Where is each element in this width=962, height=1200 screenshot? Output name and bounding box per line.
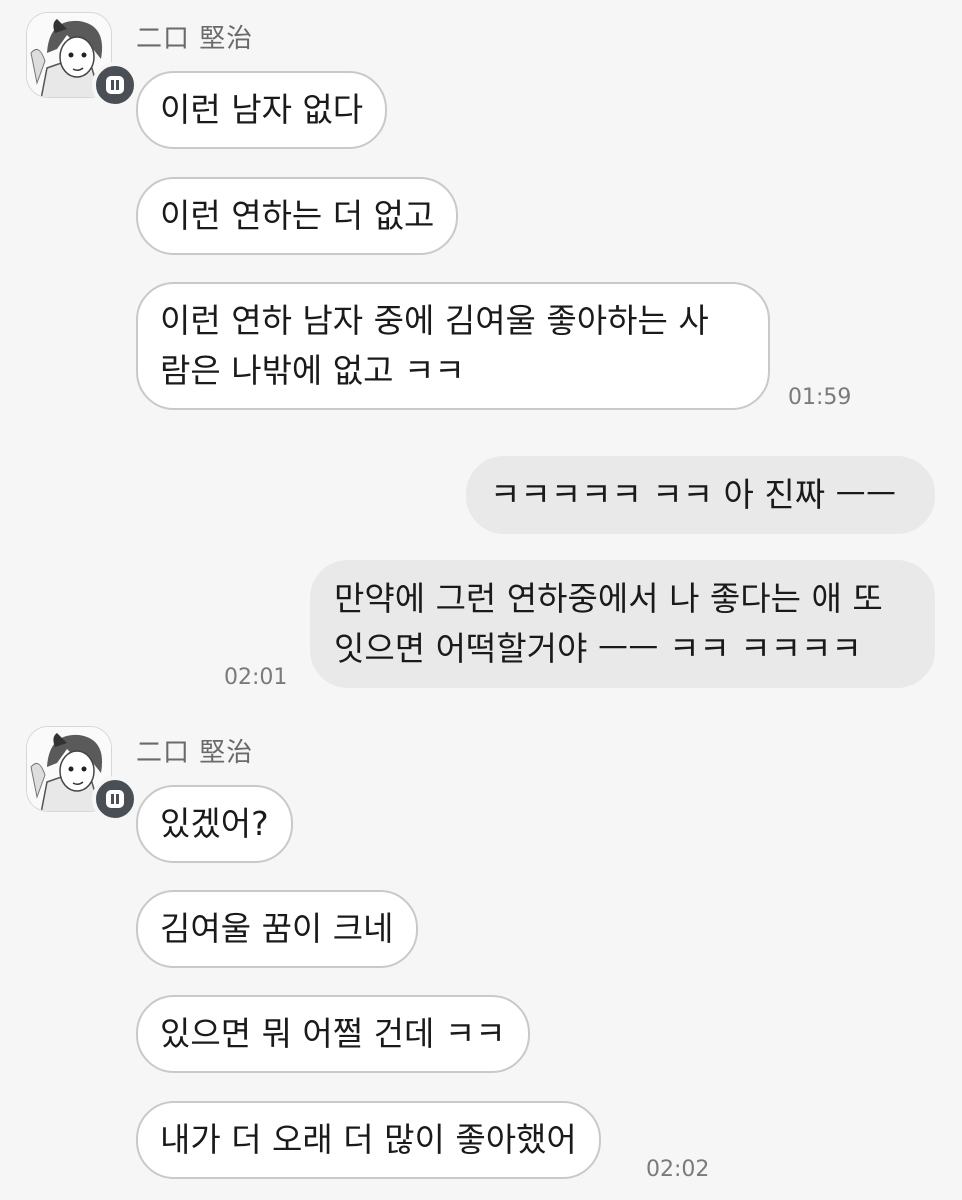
avatar[interactable] [26,12,138,108]
chat-conversation: 二口 堅治 이런 남자 없다 이런 연하는 더 없고 이런 연하 남자 중에 김… [0,0,962,1200]
message-timestamp: 02:02 [646,1157,710,1182]
message-timestamp: 02:01 [224,665,288,690]
message-text: 있으면 뭐 어쩔 건데 ㅋㅋ [160,1014,506,1053]
message-text: ㅋㅋㅋㅋㅋ ㅋㅋ 아 진짜 ㅡㅡ [490,475,897,514]
sender-name: 二口 堅治 [136,24,254,54]
avatar[interactable] [26,726,138,822]
chat-channel-badge-icon [92,62,138,108]
message-text: 있겠어? [160,804,269,843]
message-bubble-incoming[interactable]: 이런 연하는 더 없고 [136,177,459,255]
message-timestamp: 01:59 [788,385,852,410]
message-text: 김여울 꿈이 크네 [160,909,394,948]
message-text: 이런 연하는 더 없고 [160,196,435,235]
message-text-line: 람은 나밖에 없고 ㅋㅋ [160,351,465,390]
message-text: 내가 더 오래 더 많이 좋아했어 [160,1120,577,1159]
message-bubble-incoming[interactable]: 이런 남자 없다 [136,71,388,149]
message-bubble-outgoing[interactable]: 만약에 그런 연하중에서 나 좋다는 애 또 잇으면 어떡할거야 ㅡㅡ ㅋㅋ ㅋ… [310,560,935,688]
message-bubble-incoming[interactable]: 있겠어? [136,785,293,863]
message-text: 이런 남자 없다 [160,90,364,129]
message-bubble-incoming[interactable]: 이런 연하 남자 중에 김여울 좋아하는 사 람은 나밖에 없고 ㅋㅋ [136,282,770,410]
message-bubble-incoming[interactable]: 있으면 뭐 어쩔 건데 ㅋㅋ [136,995,530,1073]
message-text-line: 잇으면 어떡할거야 ㅡㅡ ㅋㅋ ㅋㅋㅋㅋ [334,629,862,668]
chat-channel-badge-icon [92,776,138,822]
message-text-line: 이런 연하 남자 중에 김여울 좋아하는 사 [160,301,709,340]
message-bubble-incoming[interactable]: 김여울 꿈이 크네 [136,890,418,968]
sender-name: 二口 堅治 [136,738,254,768]
message-text-line: 만약에 그런 연하중에서 나 좋다는 애 또 [334,579,883,618]
message-bubble-outgoing[interactable]: ㅋㅋㅋㅋㅋ ㅋㅋ 아 진짜 ㅡㅡ [466,456,935,534]
message-bubble-incoming[interactable]: 내가 더 오래 더 많이 좋아했어 [136,1101,601,1179]
